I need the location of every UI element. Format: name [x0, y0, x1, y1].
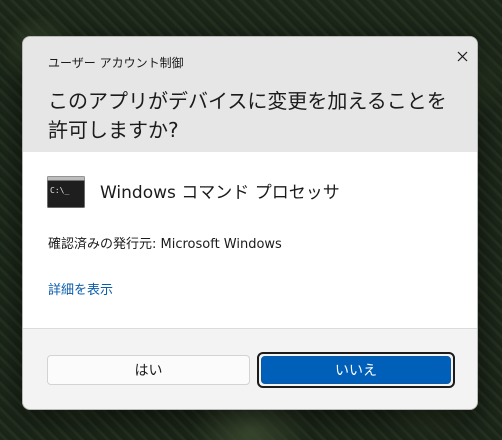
close-button[interactable]	[451, 45, 473, 67]
publisher-text: 確認済みの発行元: Microsoft Windows	[48, 237, 282, 252]
dialog-question: このアプリがデバイスに変更を加えることを許可しますか?	[48, 89, 447, 142]
app-name: Windows コマンド プロセッサ	[100, 183, 340, 203]
dialog-body: C:\_ Windows コマンド プロセッサ 確認済みの発行元: Micros…	[23, 152, 477, 329]
no-button[interactable]: いいえ	[261, 356, 451, 384]
command-prompt-icon: C:\_	[47, 176, 85, 208]
uac-dialog: ユーザー アカウント制御 このアプリがデバイスに変更を加えることを許可しますか?…	[22, 36, 478, 410]
close-icon	[457, 51, 467, 61]
dialog-header: ユーザー アカウント制御 このアプリがデバイスに変更を加えることを許可しますか?	[23, 37, 477, 152]
show-details-link[interactable]: 詳細を表示	[48, 279, 113, 298]
dialog-caption: ユーザー アカウント制御	[48, 56, 184, 70]
command-prompt-icon-text: C:\_	[50, 186, 69, 195]
yes-button[interactable]: はい	[47, 355, 250, 385]
dialog-footer: はい いいえ	[23, 329, 477, 409]
